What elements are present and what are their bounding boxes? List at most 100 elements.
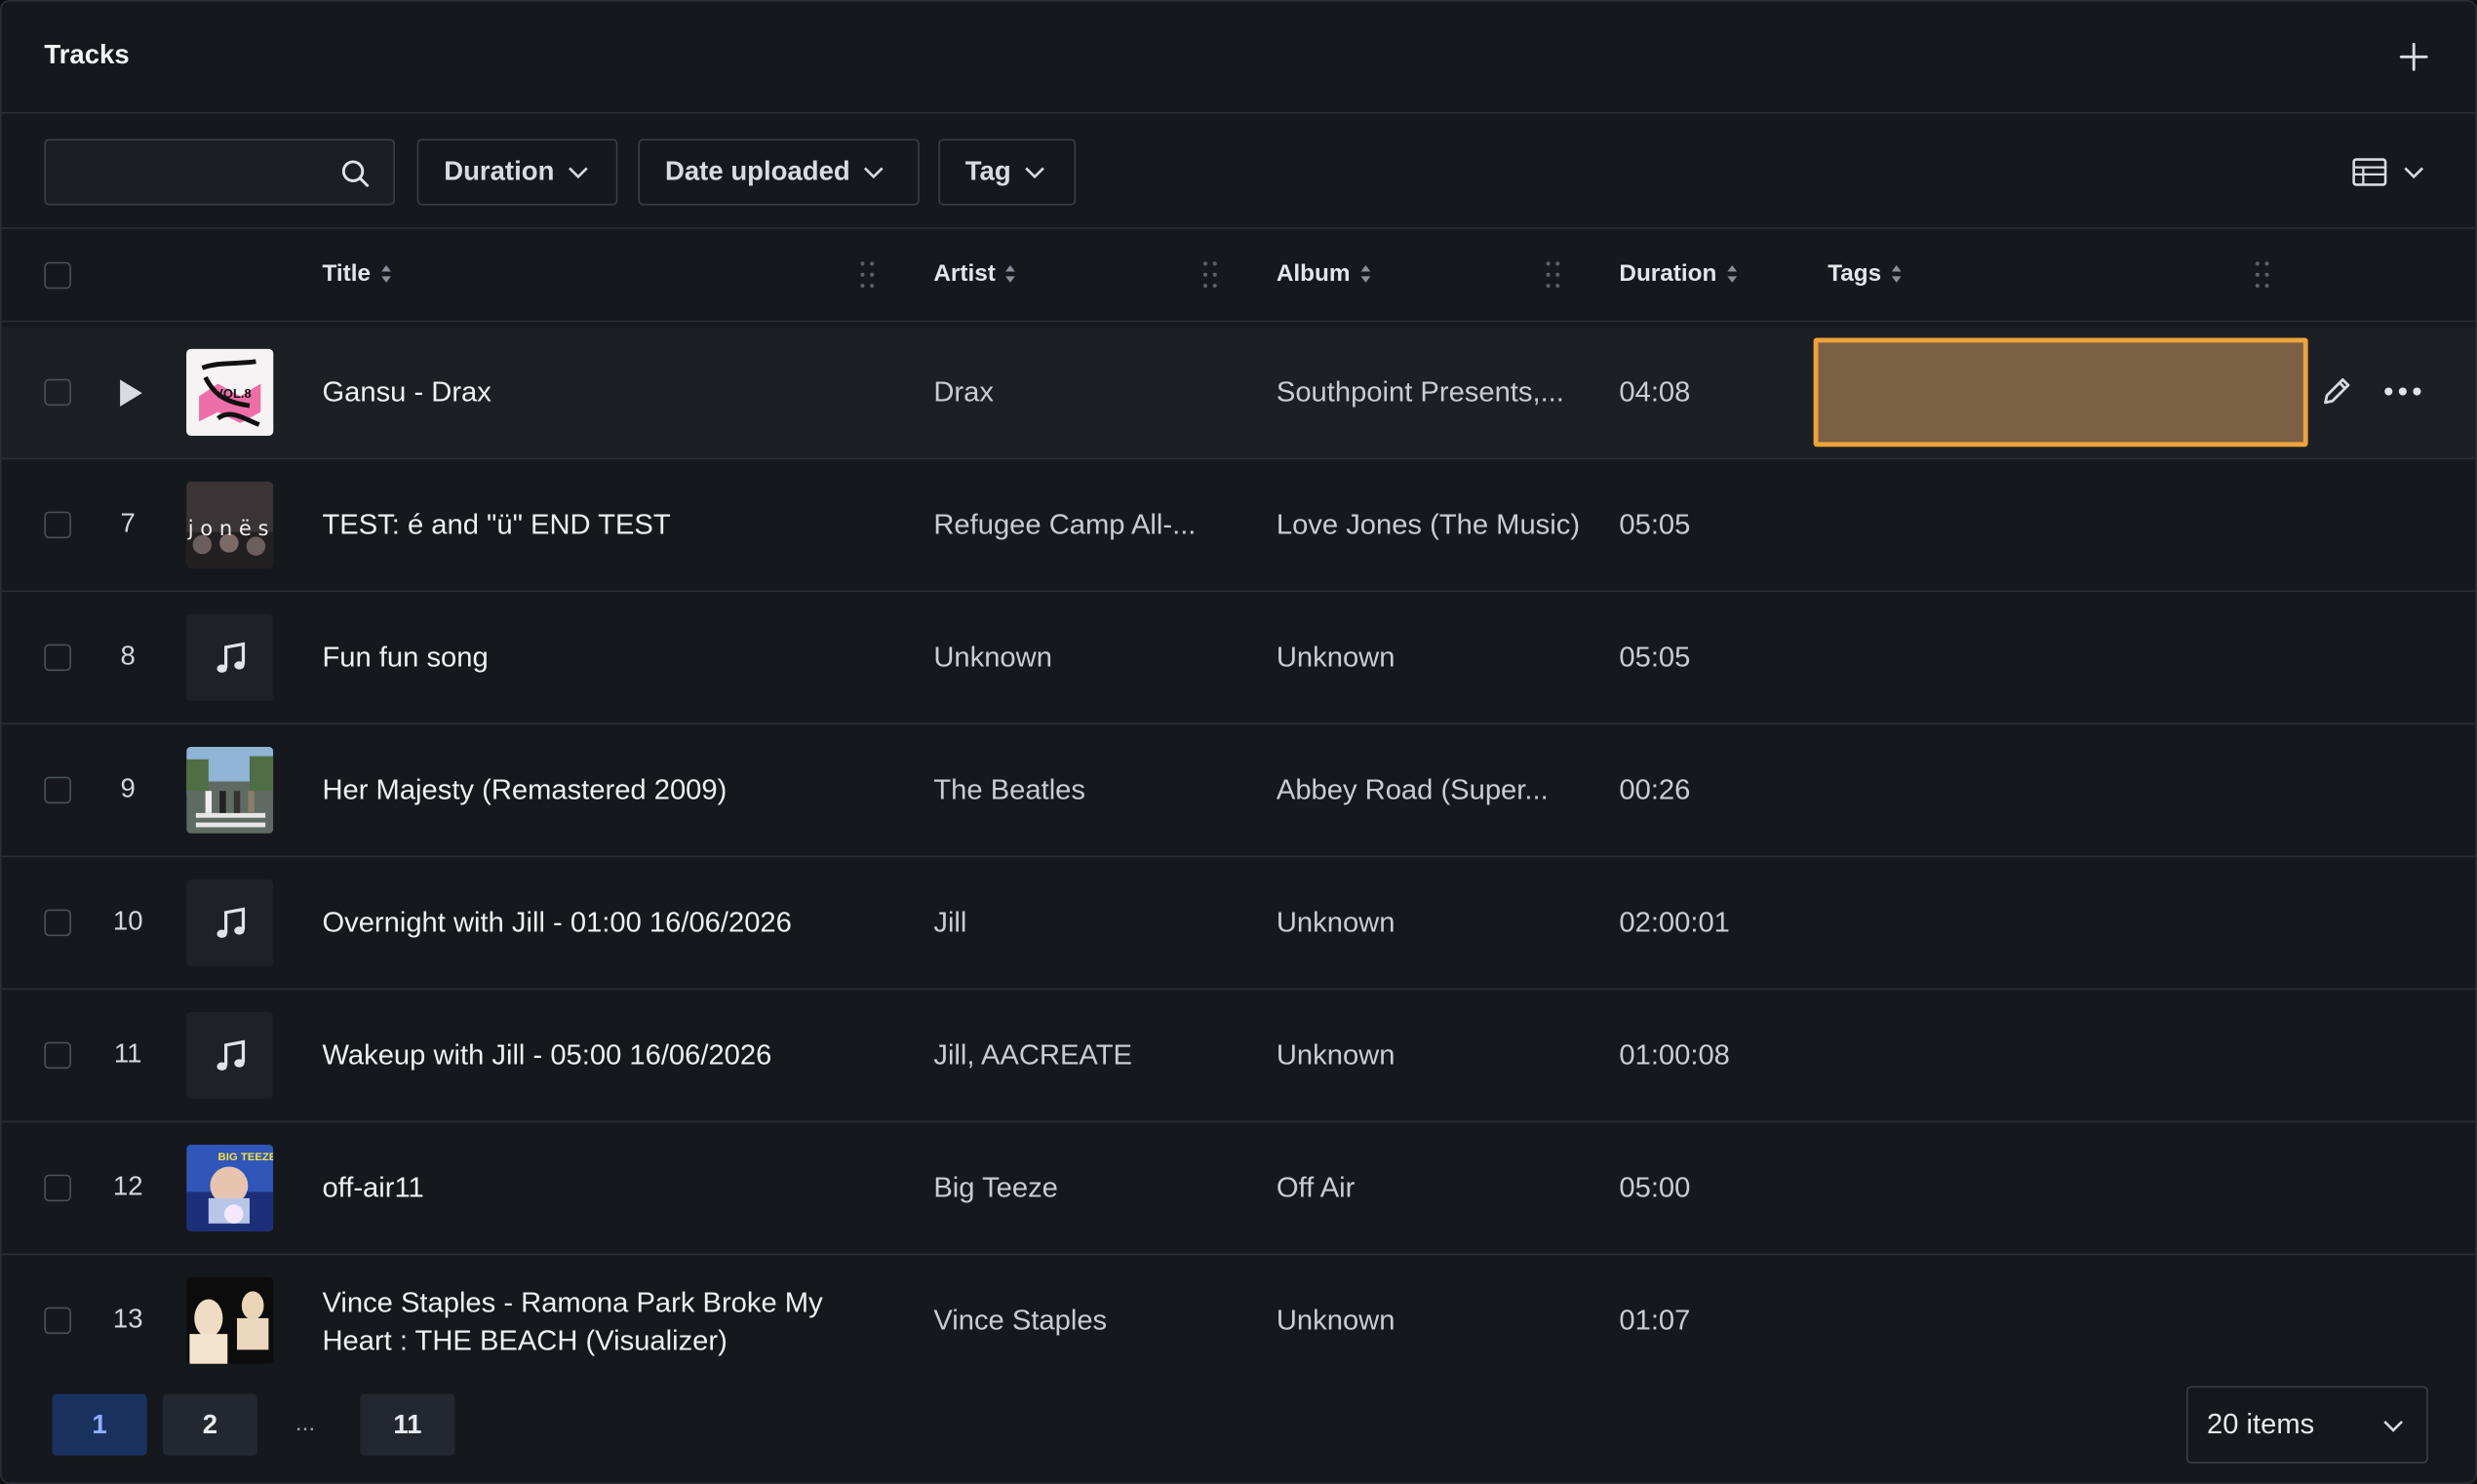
row-checkbox[interactable] (44, 644, 71, 672)
music-note-icon (216, 906, 245, 938)
track-title[interactable]: off-air11 (322, 1171, 423, 1204)
row-checkbox[interactable] (44, 909, 71, 937)
music-note-icon (216, 1038, 245, 1071)
track-number: 7 (120, 508, 136, 539)
album-art (186, 746, 274, 834)
track-duration: 05:05 (1619, 641, 1691, 673)
page-button-2[interactable]: 2 (162, 1393, 258, 1456)
track-artist[interactable]: Jill, AACREATE (933, 1038, 1132, 1072)
track-artist[interactable]: Refugee Camp All-... (933, 508, 1196, 541)
track-album[interactable]: Love Jones (The Music) (1277, 508, 1580, 541)
track-title[interactable]: Overnight with Jill - 01:00 16/06/2026 (322, 906, 791, 939)
track-title[interactable]: Wakeup with Jill - 05:00 16/06/2026 (322, 1038, 771, 1072)
row-checkbox[interactable] (44, 1307, 71, 1335)
track-artist[interactable]: Unknown (933, 641, 1052, 674)
tags-highlight-box[interactable] (1813, 337, 2308, 448)
column-resize-handle[interactable] (1202, 259, 1218, 291)
track-artist[interactable]: The Beatles (933, 773, 1085, 806)
table-row[interactable]: VOL.8 Gansu - Drax Drax Southpoint Prese… (1, 327, 2476, 460)
table-row[interactable]: 10 Overnight with Jill - 01:00 16/06/202… (1, 857, 2476, 991)
track-title[interactable]: Fun fun song (322, 641, 488, 674)
chevron-down-icon (568, 167, 588, 179)
select-all-checkbox[interactable] (44, 261, 71, 290)
column-resize-handle[interactable] (1545, 259, 1560, 291)
jones-cover-art: j o n ë s (186, 481, 274, 568)
pagination-bar: 1 2 ... 11 20 items (2, 1369, 2476, 1483)
table-row[interactable]: 11 Wakeup with Jill - 05:00 16/06/2026 J… (1, 990, 2476, 1123)
track-duration: 01:07 (1619, 1304, 1691, 1336)
column-header-duration[interactable]: Duration (1619, 260, 1737, 288)
row-checkbox[interactable] (44, 776, 71, 804)
row-checkbox[interactable] (44, 378, 71, 407)
track-album[interactable]: Abbey Road (Super... (1277, 773, 1549, 806)
column-header-tags[interactable]: Tags (1828, 260, 1902, 288)
track-album[interactable]: Unknown (1277, 1304, 1396, 1337)
abbey-road-cover-art (186, 746, 274, 834)
album-art (186, 1276, 274, 1364)
track-number: 8 (120, 641, 136, 672)
track-album[interactable]: Unknown (1277, 1038, 1396, 1072)
track-number: 10 (112, 906, 143, 937)
track-title[interactable]: TEST: é and "ü" END TEST (322, 508, 670, 541)
vince-cover-art (186, 1276, 274, 1364)
track-artist[interactable]: Big Teeze (933, 1171, 1058, 1204)
column-resize-handle[interactable] (859, 259, 875, 291)
album-art (186, 1011, 274, 1099)
track-album[interactable]: Southpoint Presents,... (1277, 375, 1564, 409)
search-icon[interactable] (339, 158, 371, 189)
column-header-artist[interactable]: Artist (933, 260, 1016, 288)
row-checkbox[interactable] (44, 1174, 71, 1202)
tag-filter-button[interactable]: Tag (938, 138, 1077, 206)
view-mode-button[interactable] (2352, 150, 2441, 194)
table-row[interactable]: 8 Fun fun song Unknown Unknown 05:05 (1, 592, 2476, 725)
date-uploaded-filter-button[interactable]: Date uploaded (638, 138, 920, 206)
column-tags-label: Tags (1828, 260, 1882, 288)
row-checkbox[interactable] (44, 1041, 71, 1070)
track-number: 12 (112, 1171, 143, 1202)
pencil-icon[interactable] (2319, 374, 2354, 410)
album-art (186, 613, 274, 701)
search-input[interactable] (45, 140, 331, 204)
track-title[interactable]: Gansu - Drax (322, 375, 491, 409)
column-header-title[interactable]: Title (322, 260, 391, 288)
items-per-page-value: 20 items (2207, 1408, 2315, 1440)
add-track-button[interactable] (2390, 33, 2438, 81)
page-button-11[interactable]: 11 (360, 1393, 455, 1456)
play-icon[interactable] (117, 377, 145, 409)
duration-filter-button[interactable]: Duration (416, 138, 618, 206)
track-number: 13 (112, 1304, 143, 1335)
track-artist[interactable]: Drax (933, 375, 994, 409)
track-title-line: Heart : THE BEACH (Visualizer) (322, 1324, 727, 1356)
table-header: Title Artist Album Duration Tags (1, 230, 2476, 323)
chevron-down-icon (2404, 167, 2424, 179)
tag-filter-label: Tag (964, 156, 1011, 187)
column-album-label: Album (1276, 260, 1351, 288)
music-note-icon (216, 641, 245, 673)
track-artist[interactable]: Vince Staples (933, 1304, 1107, 1337)
track-album[interactable]: Unknown (1277, 906, 1396, 939)
row-checkbox[interactable] (44, 511, 71, 539)
table-row[interactable]: 9 Her Majesty (Remastered 2009) The Beat… (1, 724, 2476, 858)
track-album[interactable]: Unknown (1277, 641, 1396, 674)
column-header-album[interactable]: Album (1277, 260, 1371, 288)
track-album[interactable]: Off Air (1277, 1171, 1355, 1204)
sort-icon (1360, 265, 1370, 283)
table-row[interactable]: 12 BIG TEEZE off-air11 Big Teeze Off Air… (1, 1122, 2476, 1256)
album-art: BIG TEEZE (186, 1144, 274, 1231)
tracks-panel: Tracks Duration Date uploaded Tag Title … (0, 0, 2477, 1484)
column-duration-label: Duration (1619, 260, 1717, 288)
table-view-icon (2352, 158, 2387, 186)
table-row[interactable]: 7 j o n ë s TEST: é and "ü" END TEST Ref… (1, 459, 2476, 593)
track-title[interactable]: Her Majesty (Remastered 2009) (322, 773, 727, 806)
page-button-1[interactable]: 1 (52, 1393, 147, 1456)
column-title-label: Title (322, 260, 371, 288)
items-per-page-select[interactable]: 20 items (2185, 1386, 2428, 1464)
track-duration: 05:00 (1619, 1171, 1691, 1203)
track-artist[interactable]: Jill (933, 906, 966, 939)
sort-icon (380, 265, 391, 283)
track-title[interactable]: Vince Staples - Ramona Park Broke My Hea… (322, 1283, 822, 1359)
more-options-icon[interactable] (2383, 383, 2421, 399)
column-resize-handle[interactable] (2255, 259, 2270, 291)
pagination-ellipsis: ... (295, 1409, 316, 1437)
track-title-line: Vince Staples - Ramona Park Broke My (322, 1286, 823, 1318)
